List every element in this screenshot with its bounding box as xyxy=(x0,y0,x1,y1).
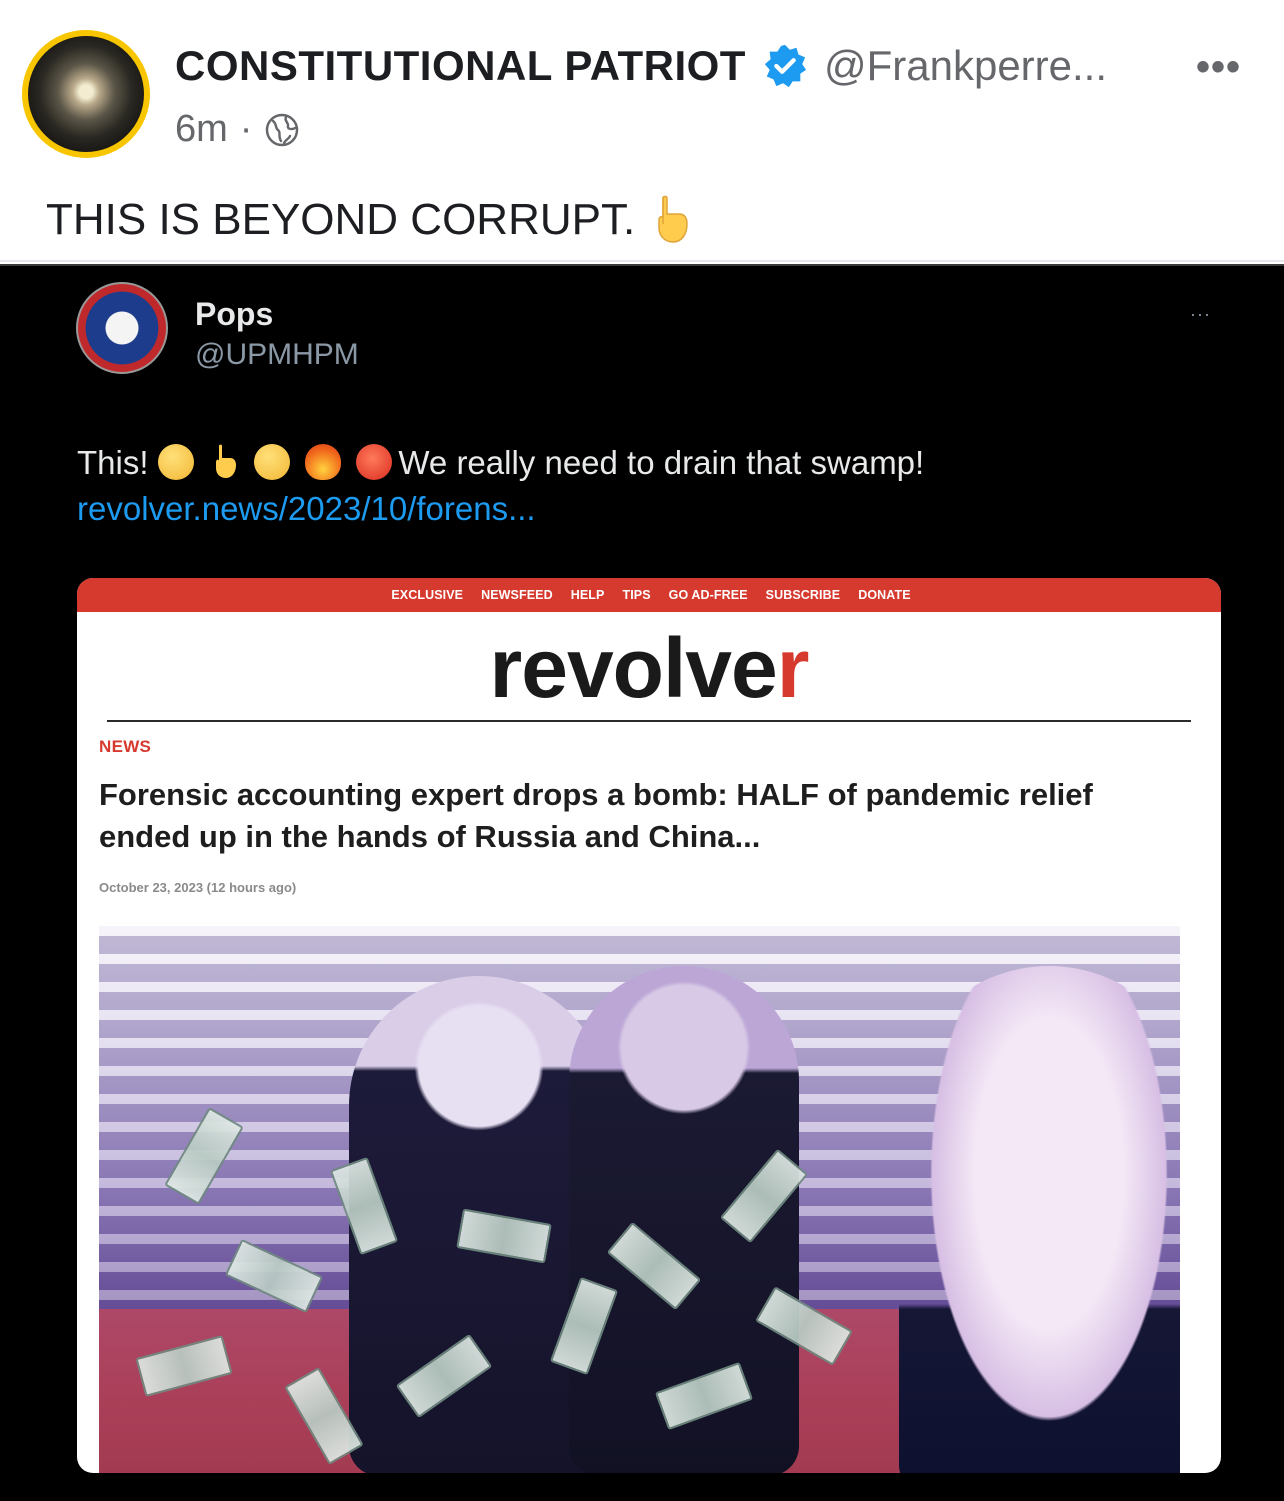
article-hero-image xyxy=(99,926,1180,1473)
tweet-author-name[interactable]: Pops xyxy=(195,296,273,333)
globe-icon xyxy=(266,113,299,146)
post-header: CONSTITUTIONAL PATRIOT @Frankperre... ••… xyxy=(0,0,1284,262)
site-nav: EXCLUSIVE NEWSFEED HELP TIPS GO AD-FREE … xyxy=(77,578,1221,612)
avatar-image xyxy=(28,36,144,152)
author-name[interactable]: CONSTITUTIONAL PATRIOT xyxy=(175,42,746,90)
author-avatar[interactable] xyxy=(22,30,150,158)
nav-help[interactable]: HELP xyxy=(571,588,605,602)
post-text: THIS IS BEYOND CORRUPT. xyxy=(46,194,693,246)
site-logo-text: revolver xyxy=(490,626,810,710)
article-card[interactable]: EXCLUSIVE NEWSFEED HELP TIPS GO AD-FREE … xyxy=(77,578,1221,1473)
fire-emoji-icon xyxy=(305,444,342,480)
nav-tips[interactable]: TIPS xyxy=(622,588,650,602)
tweet-more-icon[interactable]: ··· xyxy=(1190,304,1211,325)
post-meta: 6m · xyxy=(175,108,300,151)
nav-newsfeed[interactable]: NEWSFEED xyxy=(481,588,553,602)
nav-go-ad-free[interactable]: GO AD-FREE xyxy=(669,588,748,602)
tweet-link[interactable]: revolver.news/2023/10/forens... xyxy=(77,490,536,527)
nav-exclusive[interactable]: EXCLUSIVE xyxy=(391,588,463,602)
logo-accent-letter: r xyxy=(776,621,810,715)
author-row: CONSTITUTIONAL PATRIOT @Frankperre... xyxy=(175,40,1107,92)
nav-donate[interactable]: DONATE xyxy=(858,588,910,602)
article-headline[interactable]: Forensic accounting expert drops a bomb:… xyxy=(99,774,1159,858)
post-text-content: THIS IS BEYOND CORRUPT. xyxy=(46,195,636,244)
tweet-author-handle[interactable]: @UPMHPM xyxy=(195,338,359,372)
cursing-face-emoji-icon xyxy=(356,444,393,480)
meta-separator: · xyxy=(239,108,253,150)
site-logo[interactable]: revolver xyxy=(77,612,1221,724)
monocle-face-emoji-icon xyxy=(254,444,291,480)
logo-main: revolve xyxy=(489,621,778,715)
tweet-text-middle: We really need to drain that swamp! xyxy=(398,444,925,481)
article-date: October 23, 2023 (12 hours ago) xyxy=(99,880,297,895)
pops-avatar[interactable] xyxy=(76,282,168,374)
nav-subscribe[interactable]: SUBSCRIBE xyxy=(766,588,841,602)
verified-badge-icon xyxy=(764,44,807,88)
section-label[interactable]: NEWS xyxy=(99,737,151,757)
hero-figure-right xyxy=(899,966,1180,1473)
tweet-text: This! We really need to drain that swamp… xyxy=(77,440,1227,532)
author-handle[interactable]: @Frankperre... xyxy=(824,42,1107,90)
more-options-icon[interactable]: ••• xyxy=(1196,47,1241,87)
tweet-text-start: This! xyxy=(77,444,158,481)
divider xyxy=(107,720,1191,722)
post-time[interactable]: 6m xyxy=(175,108,228,151)
pointing-down-emoji-icon xyxy=(215,444,236,478)
facepalm-emoji-icon xyxy=(157,444,194,480)
pointing-down-emoji-icon xyxy=(658,195,688,243)
